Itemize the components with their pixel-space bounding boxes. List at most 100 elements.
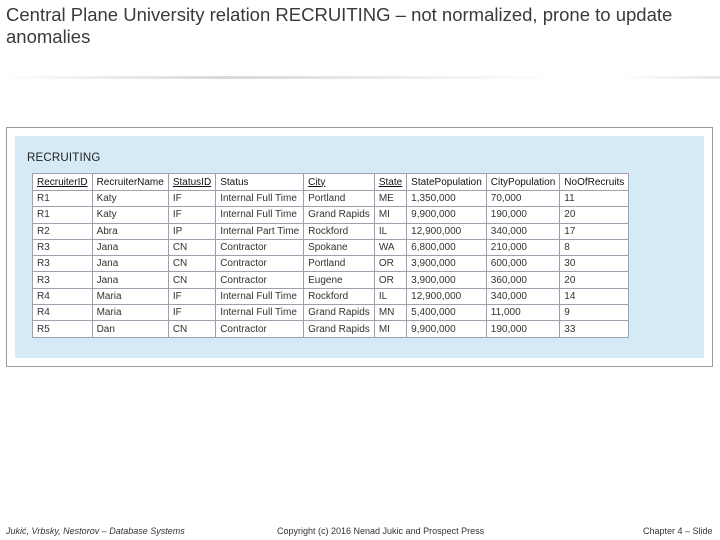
cell-recruitername: Maria (91, 304, 169, 322)
cell-recruitername: Jana (91, 271, 169, 289)
cell-statusid: IP (167, 222, 217, 240)
cell-citypopulation: 340,000 (485, 222, 561, 240)
cell-state: OR (373, 271, 408, 289)
cell-recruitername: Jana (91, 255, 169, 273)
cell-state: IL (373, 222, 408, 240)
cell-noofrecruits: 33 (559, 320, 630, 338)
cell-city: Grand Rapids (303, 304, 375, 322)
cell-state: OR (373, 255, 408, 273)
cell-status: Contractor (215, 320, 305, 338)
cell-status: Contractor (215, 238, 305, 257)
cell-status: Internal Part Time (215, 222, 305, 240)
cell-statepopulation: 12,900,000 (406, 287, 487, 306)
cell-noofrecruits: 20 (559, 271, 630, 289)
title-divider (0, 76, 560, 79)
column-header-citypopulation: CityPopulation (485, 173, 561, 191)
column-header-noofrecruits: NoOfRecruits (559, 173, 630, 191)
cell-statepopulation: 3,900,000 (406, 271, 487, 289)
column-header-statepopulation: StatePopulation (406, 173, 487, 191)
cell-statusid: CN (167, 238, 217, 257)
column-header-status: Status (215, 173, 305, 191)
cell-status: Internal Full Time (215, 206, 305, 224)
cell-citypopulation: 11,000 (485, 304, 561, 322)
footer-authors: Jukić, Vrbsky, Nestorov – Database Syste… (6, 526, 185, 536)
cell-citypopulation: 210,000 (485, 238, 561, 257)
cell-citypopulation: 360,000 (485, 271, 561, 289)
cell-noofrecruits: 30 (559, 255, 630, 273)
cell-statusid: IF (167, 206, 217, 224)
column-header-recruiterid: RecruiterID (32, 173, 93, 191)
cell-statepopulation: 9,900,000 (406, 320, 487, 338)
cell-statepopulation: 12,900,000 (406, 222, 487, 240)
cell-statusid: CN (167, 255, 217, 273)
cell-state: MN (373, 304, 408, 322)
cell-recruiterid: R4 (32, 304, 93, 322)
cell-state: IL (373, 287, 408, 306)
cell-recruitername: Jana (91, 238, 169, 257)
cell-citypopulation: 70,000 (485, 189, 561, 208)
cell-status: Internal Full Time (215, 287, 305, 306)
cell-noofrecruits: 17 (559, 222, 630, 240)
footer-slide-label: Chapter 4 – Slide (643, 526, 713, 536)
cell-city: Grand Rapids (303, 320, 375, 338)
cell-statepopulation: 1,350,000 (406, 189, 487, 208)
cell-recruiterid: R4 (32, 287, 93, 306)
cell-recruitername: Dan (91, 320, 169, 338)
cell-recruiterid: R3 (32, 255, 93, 273)
cell-recruiterid: R1 (32, 206, 93, 224)
cell-noofrecruits: 9 (559, 304, 630, 322)
cell-statusid: IF (167, 189, 217, 208)
cell-state: ME (373, 189, 408, 208)
cell-state: MI (373, 320, 408, 338)
cell-statusid: IF (167, 304, 217, 322)
column-header-recruitername: RecruiterName (91, 173, 169, 191)
cell-noofrecruits: 20 (559, 206, 630, 224)
cell-city: Portland (303, 189, 375, 208)
cell-recruiterid: R1 (32, 189, 93, 208)
cell-recruiterid: R5 (32, 320, 93, 338)
cell-city: Rockford (303, 222, 375, 240)
recruiting-table: RecruiterID RecruiterName StatusID Statu… (32, 173, 630, 338)
table-row: R3 Jana CN Contractor Portland OR 3,900,000 600… (32, 255, 630, 273)
cell-statepopulation: 5,400,000 (406, 304, 487, 322)
cell-recruitername: Katy (91, 189, 169, 208)
table-row: R1 Katy IF Internal Full Time Grand Rapids MI… (32, 206, 630, 224)
cell-recruitername: Katy (91, 206, 169, 224)
cell-recruiterid: R2 (32, 222, 93, 240)
column-header-statusid: StatusID (167, 173, 217, 191)
cell-recruitername: Maria (91, 287, 169, 306)
cell-city: Eugene (303, 271, 375, 289)
cell-statusid: IF (167, 287, 217, 306)
table-row: R3 Jana CN Contractor Spokane WA 6,800,000 210,… (32, 238, 630, 257)
cell-city: Portland (303, 255, 375, 273)
table-row: R1 Katy IF Internal Full Time Portland ME 1,35… (32, 189, 630, 208)
cell-recruitername: Abra (91, 222, 169, 240)
cell-status: Internal Full Time (215, 189, 305, 208)
cell-city: Spokane (303, 238, 375, 257)
table-row: R4 Maria IF Internal Full Time Rockford IL 12,… (32, 287, 630, 306)
column-header-state: State (373, 173, 408, 191)
cell-statepopulation: 3,900,000 (406, 255, 487, 273)
cell-noofrecruits: 8 (559, 238, 630, 257)
cell-state: WA (373, 238, 408, 257)
column-header-city: City (303, 173, 375, 191)
cell-status: Contractor (215, 255, 305, 273)
table-header-row: RecruiterID RecruiterName StatusID Statu… (32, 173, 630, 191)
table-row: R2 Abra IP Internal Part Time Rockford IL 12,9… (32, 222, 630, 240)
cell-recruiterid: R3 (32, 238, 93, 257)
slide-title: Central Plane University relation RECRUI… (6, 4, 673, 47)
cell-statepopulation: 9,900,000 (406, 206, 487, 224)
cell-citypopulation: 190,000 (485, 206, 561, 224)
cell-noofrecruits: 11 (559, 189, 630, 208)
title-divider-right (620, 76, 720, 79)
cell-citypopulation: 340,000 (485, 287, 561, 306)
cell-state: MI (373, 206, 408, 224)
cell-statusid: CN (167, 271, 217, 289)
cell-statusid: CN (167, 320, 217, 338)
figure-frame: RECRUITING RecruiterID RecruiterName Sta… (6, 127, 713, 367)
cell-noofrecruits: 14 (559, 287, 630, 306)
cell-recruiterid: R3 (32, 271, 93, 289)
cell-status: Internal Full Time (215, 304, 305, 322)
table-row: R3 Jana CN Contractor Eugene OR 3,900,000 360,0… (32, 271, 630, 289)
cell-city: Rockford (303, 287, 375, 306)
